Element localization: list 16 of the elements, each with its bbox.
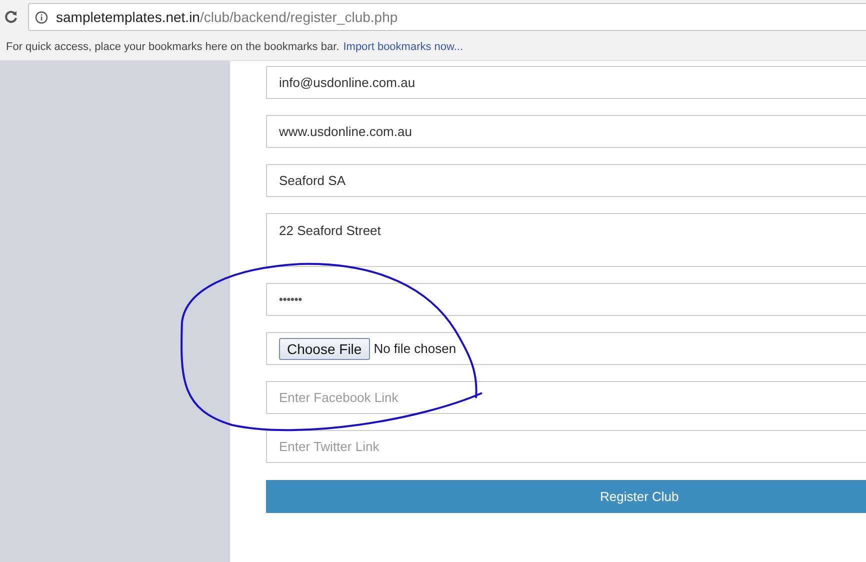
import-bookmarks-link[interactable]: Import bookmarks now... [343, 41, 464, 53]
input-field[interactable]: Seaford SA [266, 164, 866, 197]
file-status: No file chosen [374, 341, 456, 356]
register-club-button[interactable]: Register Club [266, 480, 866, 513]
bookmarks-hint: For quick access, place your bookmarks here on the bookmarks bar. [6, 41, 340, 53]
input-field[interactable]: info@usdonline.com.au [266, 66, 866, 99]
url-text: sampletemplates.net.in/club/backend/register_club.php [56, 9, 398, 25]
input-field[interactable]: www.usdonline.com.au [266, 115, 866, 148]
address-field[interactable]: 22 Seaford Street [266, 213, 866, 267]
password-field[interactable]: •••••• [266, 283, 866, 316]
input-field[interactable]: Enter Facebook Link [266, 381, 866, 414]
choose-file-button[interactable]: Choose File [279, 338, 370, 360]
info-icon[interactable] [35, 10, 48, 24]
reload-icon[interactable] [4, 10, 18, 24]
input-field[interactable]: Enter Twitter Link [266, 430, 866, 463]
address-bar[interactable]: sampletemplates.net.in/club/backend/register_club.php [28, 3, 866, 31]
